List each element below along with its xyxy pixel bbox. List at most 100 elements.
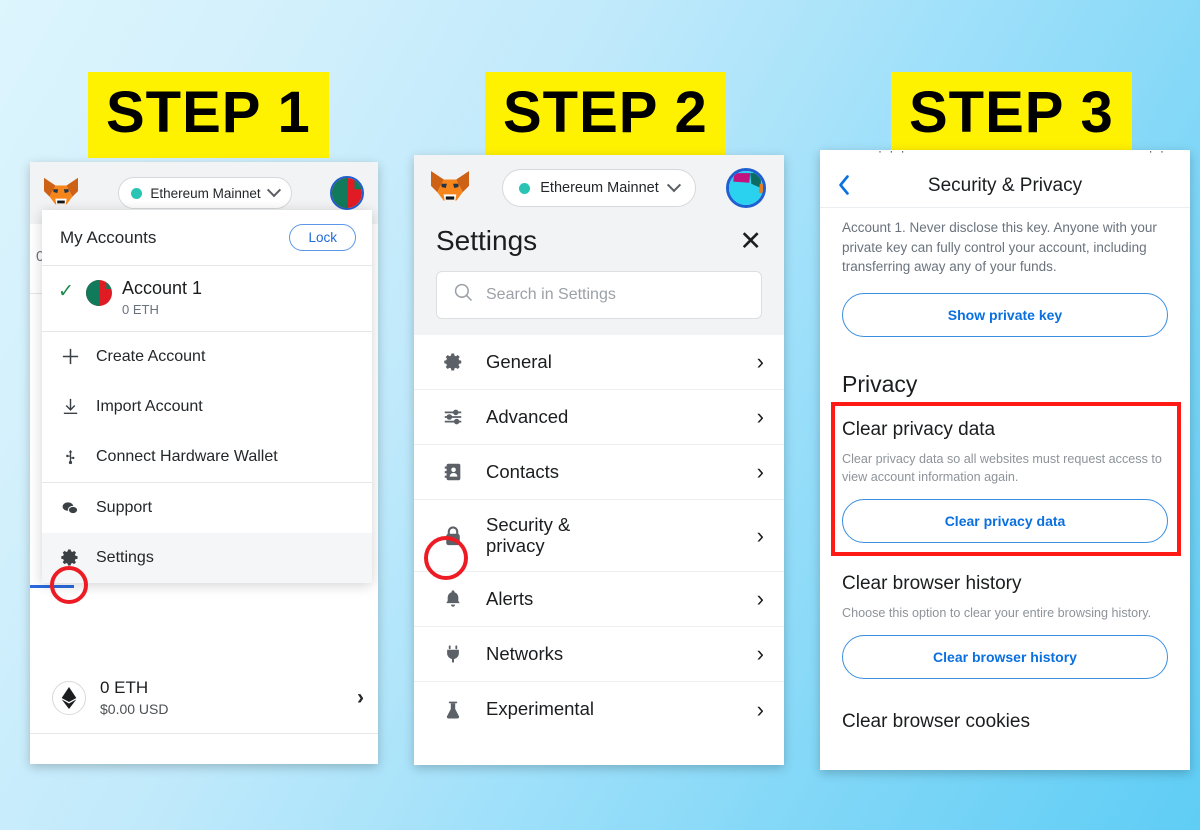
account-balance: 0 ETH xyxy=(122,301,159,317)
active-tab-underline xyxy=(30,585,74,588)
menu-item-label: Create Account xyxy=(96,347,206,365)
clear-privacy-data-heading: Clear privacy data xyxy=(842,418,996,440)
menu-item-create-account[interactable]: Create Account xyxy=(42,332,372,382)
step-2-heading: STEP 2 xyxy=(485,72,726,158)
account-avatar[interactable] xyxy=(330,176,364,210)
search-icon xyxy=(453,282,474,308)
token-amount: 0 ETH xyxy=(100,678,149,697)
token-footer: Don't see your token? Refresh list or im… xyxy=(30,734,378,764)
account-name: Account 1 xyxy=(122,278,203,298)
security-privacy-panel: · · · · · Security & Privacy Account 1. … xyxy=(820,150,1190,770)
clear-privacy-data-section: Clear privacy data Clear privacy data so… xyxy=(842,419,1168,544)
chat-icon xyxy=(60,498,80,518)
plus-icon xyxy=(60,347,80,367)
settings-row-contacts[interactable]: Contacts › xyxy=(414,445,784,500)
step-1-heading: STEP 1 xyxy=(88,72,329,158)
gear-icon xyxy=(60,548,80,568)
clear-privacy-data-description: Clear privacy data so all websites must … xyxy=(842,451,1162,484)
settings-row-advanced[interactable]: Advanced › xyxy=(414,390,784,445)
chevron-down-icon xyxy=(266,183,281,198)
account-list-item[interactable]: ✓ Account 1 0 ETH xyxy=(42,266,372,332)
metamask-settings-panel: Ethereum Mainnet Settings ✕ Search in Se… xyxy=(414,155,784,765)
contacts-icon xyxy=(440,461,466,483)
download-icon xyxy=(60,397,80,417)
usb-icon xyxy=(60,447,80,467)
step-3-heading: STEP 3 xyxy=(891,72,1132,158)
close-icon[interactable]: ✕ xyxy=(739,227,762,255)
lock-button[interactable]: Lock xyxy=(289,224,356,251)
panel-body: Account 1. Never disclose this key. Anyo… xyxy=(820,208,1190,733)
chevron-right-icon: › xyxy=(756,522,764,548)
menu-item-label: Connect Hardware Wallet xyxy=(96,447,278,465)
clipped-left-fragment: · · · xyxy=(878,150,907,158)
settings-row-label: Security & privacy xyxy=(486,513,571,556)
clipped-browser-chrome: · · · · · xyxy=(820,150,1190,164)
clipped-right-fragment: · · xyxy=(1148,150,1166,158)
account-avatar[interactable] xyxy=(725,168,766,208)
clear-browser-cookies-heading: Clear browser cookies xyxy=(842,711,1030,733)
settings-row-label: Networks xyxy=(486,642,564,664)
menu-item-connect-hardware-wallet[interactable]: Connect Hardware Wallet xyxy=(42,432,372,482)
settings-header-area: Ethereum Mainnet Settings ✕ xyxy=(414,155,784,335)
settings-row-label: Advanced xyxy=(486,405,569,427)
check-icon: ✓ xyxy=(58,281,74,302)
settings-row-networks[interactable]: Networks › xyxy=(414,627,784,682)
privacy-section-heading: Privacy xyxy=(842,370,918,397)
settings-row-label: Experimental xyxy=(486,698,594,720)
chevron-right-icon: › xyxy=(357,685,364,709)
dropdown-header: My Accounts Lock xyxy=(42,210,372,266)
menu-item-label: Settings xyxy=(96,548,154,566)
settings-row-alerts[interactable]: Alerts › xyxy=(414,572,784,627)
search-input[interactable] xyxy=(486,286,745,304)
network-status-dot-icon xyxy=(519,182,531,194)
gear-icon xyxy=(440,351,466,373)
sliders-icon xyxy=(440,406,466,428)
clear-browser-history-section: Clear browser history Choose this option… xyxy=(842,573,1168,680)
token-balance-row[interactable]: 0 ETH $0.00 USD › xyxy=(30,664,378,734)
menu-item-label: Support xyxy=(96,498,153,516)
metamask-topbar: Ethereum Mainnet xyxy=(414,155,784,221)
settings-row-general[interactable]: General › xyxy=(414,335,784,390)
account-blockie-avatar xyxy=(86,280,112,306)
chevron-down-icon xyxy=(666,178,681,193)
show-private-key-button[interactable]: Show private key xyxy=(842,292,1168,337)
search-box[interactable] xyxy=(436,271,762,319)
chevron-right-icon: › xyxy=(756,404,764,429)
chevron-right-icon: › xyxy=(756,696,764,722)
network-selector[interactable]: Ethereum Mainnet xyxy=(118,177,292,209)
menu-item-import-account[interactable]: Import Account xyxy=(42,382,372,432)
metamask-fox-logo-icon xyxy=(42,176,80,210)
metamask-accounts-panel: Ethereum Mainnet 0 My Accounts Lock ✓ Ac… xyxy=(30,162,378,764)
chevron-right-icon: › xyxy=(756,349,764,374)
settings-title-row: Settings ✕ xyxy=(414,221,784,257)
chevron-right-icon: › xyxy=(756,641,764,666)
network-name: Ethereum Mainnet xyxy=(150,185,261,201)
token-fiat-value: $0.00 USD xyxy=(100,701,169,717)
flask-icon xyxy=(440,699,466,721)
ethereum-token-icon xyxy=(52,680,86,715)
chevron-right-icon: › xyxy=(756,459,764,484)
panel-header: Security & Privacy xyxy=(820,164,1190,208)
lock-icon xyxy=(440,524,466,548)
clear-browser-history-button[interactable]: Clear browser history xyxy=(842,635,1168,680)
menu-item-settings[interactable]: Settings xyxy=(42,532,372,583)
clear-browser-history-description: Choose this option to clear your entire … xyxy=(842,606,1152,621)
page-title: Settings xyxy=(436,225,538,256)
menu-item-support[interactable]: Support xyxy=(42,481,372,533)
chevron-left-icon[interactable] xyxy=(836,173,852,202)
metamask-fox-logo-icon xyxy=(428,169,472,207)
network-name: Ethereum Mainnet xyxy=(540,180,659,196)
network-status-dot-icon xyxy=(131,187,143,199)
menu-item-label: Import Account xyxy=(96,397,203,415)
private-key-description: Account 1. Never disclose this key. Anyo… xyxy=(842,220,1157,275)
my-accounts-dropdown: My Accounts Lock ✓ Account 1 0 ETH Creat… xyxy=(42,210,372,583)
dropdown-title: My Accounts xyxy=(60,227,157,247)
settings-row-security-privacy[interactable]: Security & privacy › xyxy=(414,500,784,572)
bell-icon xyxy=(440,588,466,610)
plug-icon xyxy=(440,643,466,665)
settings-row-label: General xyxy=(486,350,552,372)
settings-row-experimental[interactable]: Experimental › xyxy=(414,682,784,737)
settings-row-label: Alerts xyxy=(486,587,534,609)
network-selector[interactable]: Ethereum Mainnet xyxy=(502,169,696,207)
clear-privacy-data-button[interactable]: Clear privacy data xyxy=(842,499,1168,544)
